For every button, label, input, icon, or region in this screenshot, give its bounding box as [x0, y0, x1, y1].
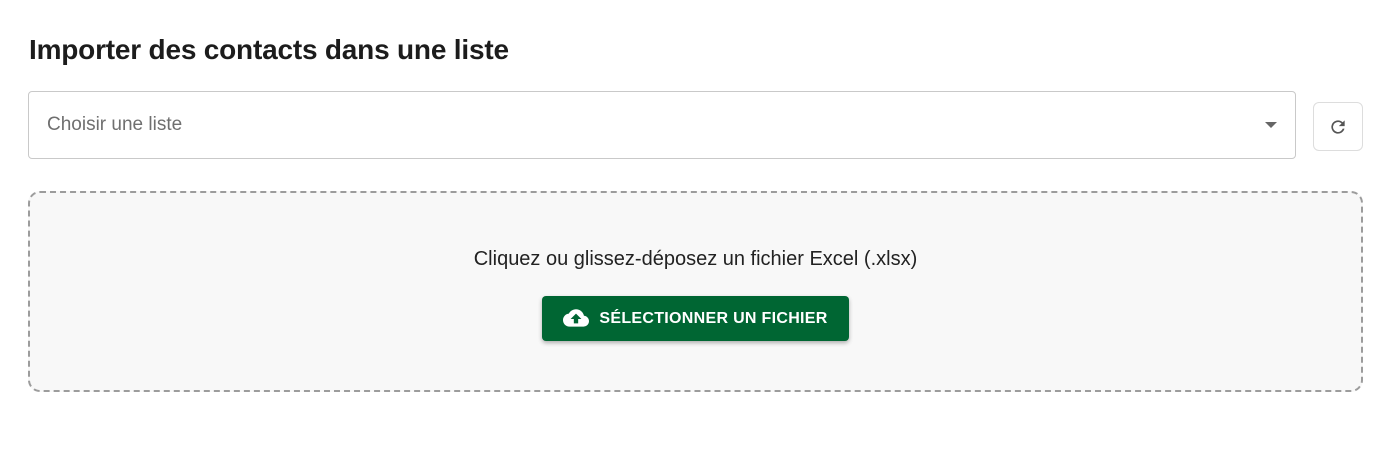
page-title: Importer des contacts dans une liste	[29, 34, 509, 65]
dropzone-instruction: Cliquez ou glissez-déposez un fichier Ex…	[473, 248, 918, 270]
chevron-down-icon	[1265, 122, 1277, 128]
cloud-upload-icon	[563, 308, 590, 329]
list-select[interactable]: Choisir une liste	[28, 91, 1296, 159]
select-file-label: SÉLECTIONNER UN FICHIER	[599, 309, 828, 327]
refresh-button[interactable]	[1313, 102, 1363, 151]
file-dropzone[interactable]: Cliquez ou glissez-déposez un fichier Ex…	[28, 191, 1363, 392]
import-contacts-page: Importer des contacts dans une liste Cho…	[0, 0, 1396, 453]
list-select-placeholder: Choisir une liste	[47, 114, 183, 135]
refresh-icon	[1331, 119, 1345, 134]
select-file-button[interactable]: SÉLECTIONNER UN FICHIER	[542, 296, 849, 341]
